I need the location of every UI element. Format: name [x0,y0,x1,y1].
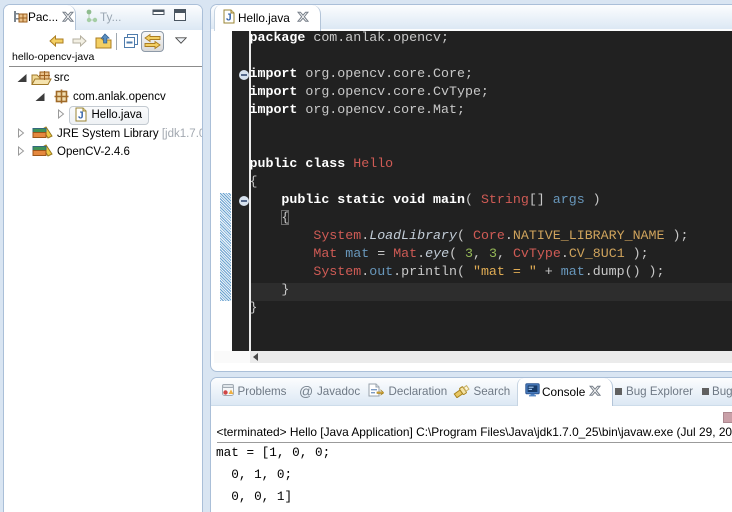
svg-text:J: J [226,13,232,24]
svg-text:J: J [78,111,84,122]
